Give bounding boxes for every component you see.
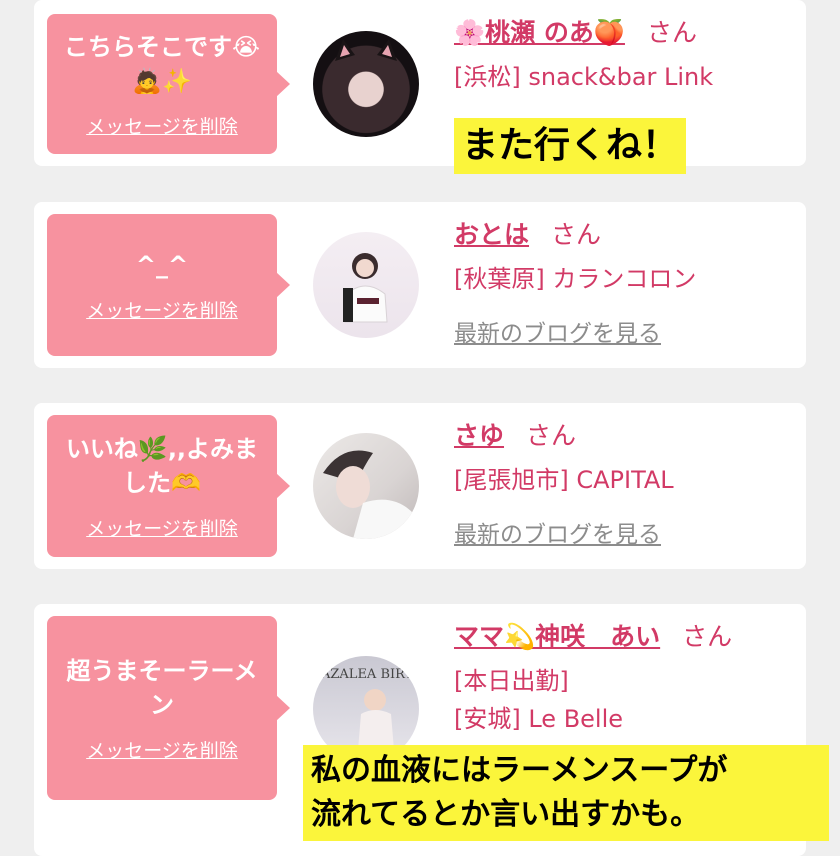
avatar[interactable] [313, 31, 419, 137]
shop-name: [尾張旭市] CAPITAL [454, 466, 674, 494]
caption-line: 私の血液にはラーメンスープが [311, 753, 728, 788]
person-photo-icon [323, 450, 413, 539]
avatar[interactable] [313, 232, 419, 338]
avatar[interactable] [313, 433, 419, 539]
honorific: さん [682, 622, 733, 651]
delete-message-button[interactable]: メッセージを削除 [86, 514, 238, 541]
poster-title: AZALEA BIRTHDAY [320, 667, 419, 682]
profile-name-link[interactable]: 🌸桃瀬 のあ🍑 [454, 18, 625, 47]
delete-message-button[interactable]: メッセージを削除 [86, 736, 238, 763]
overlay-caption-bottom: 私の血液にはラーメンスープが 流れてるとか言い出すかも。 [303, 745, 829, 841]
overlay-caption: また行くね！ [454, 118, 687, 174]
honorific: さん [551, 220, 602, 249]
profile-info: ママ💫神咲 あい さん [本日出勤] [安城] Le Belle [454, 620, 796, 736]
delete-message-button[interactable]: メッセージを削除 [86, 112, 238, 139]
message-bubble: ^_^ メッセージを削除 [47, 214, 290, 356]
message-bubble: いいね🌿,,よみました🫶 メッセージを削除 [47, 415, 290, 557]
message-text: こちらそこです😭🙇✨ [63, 32, 261, 95]
work-status: [本日出勤] [454, 667, 569, 695]
profile-name-link[interactable]: おとは [454, 220, 529, 249]
profile-name-link[interactable]: さゆ [454, 421, 504, 450]
caption-line: 流れてるとか言い出すかも。 [311, 797, 701, 832]
message-card: ^_^ メッセージを削除 おとは さん [秋葉原] カランコロン 最新のブログを見… [34, 202, 806, 368]
shop-name: [浜松] snack&bar Link [454, 63, 714, 91]
profile-name-link[interactable]: ママ💫神咲 あい [454, 622, 660, 651]
person-photo-icon [343, 253, 388, 323]
profile-info: さゆ さん [尾張旭市] CAPITAL 最新のブログを見る [454, 419, 796, 549]
message-bubble: こちらそこです😭🙇✨ メッセージを削除 [47, 14, 290, 154]
message-card: いいね🌿,,よみました🫶 メッセージを削除 さゆ さん [尾張旭市] CAPITA… [34, 403, 806, 569]
shop-name: [秋葉原] カランコロン [454, 265, 697, 293]
latest-blog-link[interactable]: 最新のブログを見る [454, 314, 796, 348]
delete-message-button[interactable]: メッセージを削除 [86, 296, 238, 323]
honorific: さん [646, 18, 697, 47]
honorific: さん [526, 421, 577, 450]
cat-ears-icon [335, 39, 397, 61]
message-text: 超うまそーラーメン [66, 656, 258, 719]
shop-name: [安城] Le Belle [454, 705, 624, 733]
profile-info: おとは さん [秋葉原] カランコロン 最新のブログを見る [454, 218, 796, 348]
message-bubble: 超うまそーラーメン メッセージを削除 [47, 616, 290, 800]
latest-blog-link[interactable]: 最新のブログを見る [454, 515, 796, 549]
profile-info: 🌸桃瀬 のあ🍑 さん [浜松] snack&bar Link [454, 16, 796, 94]
message-text: いいね🌿,,よみました🫶 [65, 434, 259, 497]
message-card: こちらそこです😭🙇✨ メッセージを削除 🌸桃瀬 のあ🍑 さん [浜松] snack… [34, 0, 806, 174]
message-text: ^_^ [135, 250, 189, 279]
